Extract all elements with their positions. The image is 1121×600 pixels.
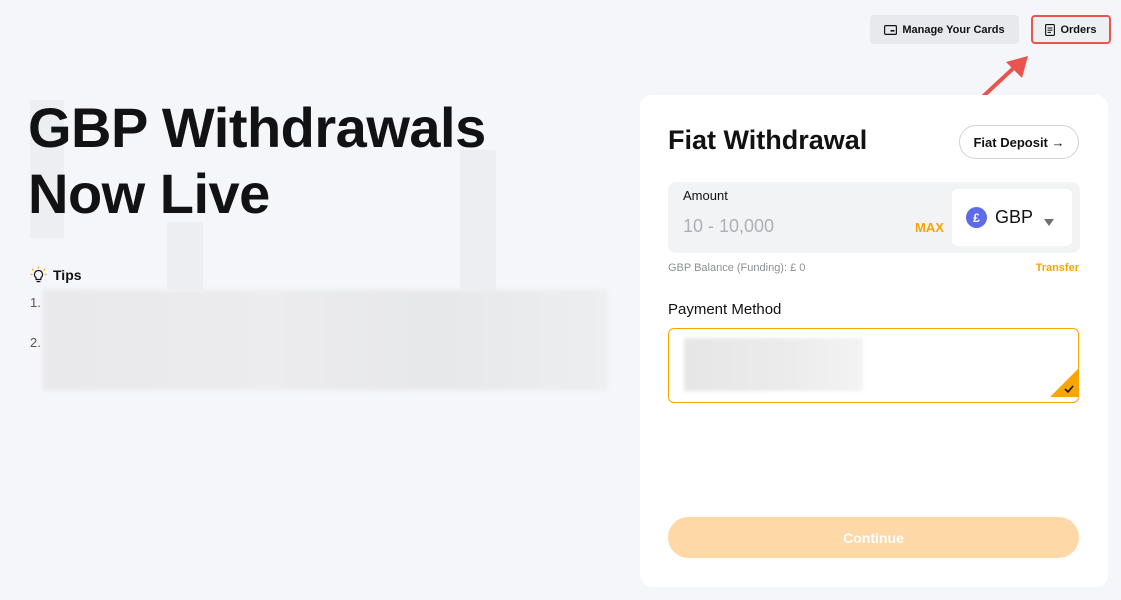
- fiat-deposit-button[interactable]: Fiat Deposit →: [959, 125, 1079, 159]
- manage-cards-label: Manage Your Cards: [902, 23, 1005, 36]
- currency-code: GBP: [995, 207, 1034, 227]
- tips-heading-label: Tips: [53, 266, 82, 283]
- balance-text: GBP Balance (Funding): £ 0: [668, 262, 806, 274]
- card-icon: [884, 24, 898, 35]
- transfer-link[interactable]: Transfer: [1036, 262, 1079, 274]
- payment-method-option[interactable]: [668, 328, 1079, 403]
- withdrawal-card: Fiat Withdrawal Fiat Deposit → Amount MA…: [640, 95, 1108, 587]
- background-decoration: [167, 222, 203, 290]
- continue-button[interactable]: Continue: [668, 517, 1079, 558]
- caret-down-icon: [1044, 213, 1054, 231]
- page-title: GBP Withdrawals Now Live: [28, 95, 628, 227]
- checkmark-icon: [1050, 369, 1078, 402]
- page-title-line-2: Now Live: [28, 162, 270, 225]
- tip-number-2: 2.: [30, 335, 41, 350]
- orders-button[interactable]: Orders: [1031, 15, 1111, 44]
- card-title: Fiat Withdrawal: [668, 125, 868, 155]
- orders-label: Orders: [1060, 23, 1097, 36]
- lightbulb-icon: [30, 266, 47, 283]
- tips-content-redacted: [43, 290, 607, 390]
- manage-cards-button[interactable]: Manage Your Cards: [870, 15, 1019, 44]
- tip-number-1: 1.: [30, 295, 41, 310]
- currency-select[interactable]: £ GBP: [952, 189, 1072, 246]
- payment-method-redacted: [684, 338, 863, 391]
- document-icon: [1045, 23, 1056, 36]
- gbp-coin-icon: £: [966, 207, 987, 228]
- page-title-line-1: GBP Withdrawals: [28, 96, 486, 159]
- max-button[interactable]: MAX: [915, 220, 944, 235]
- amount-input[interactable]: [683, 216, 883, 237]
- amount-field: Amount MAX £ GBP: [668, 182, 1080, 253]
- tips-heading: Tips: [30, 266, 82, 283]
- payment-method-label: Payment Method: [668, 301, 782, 318]
- amount-label: Amount: [683, 188, 728, 203]
